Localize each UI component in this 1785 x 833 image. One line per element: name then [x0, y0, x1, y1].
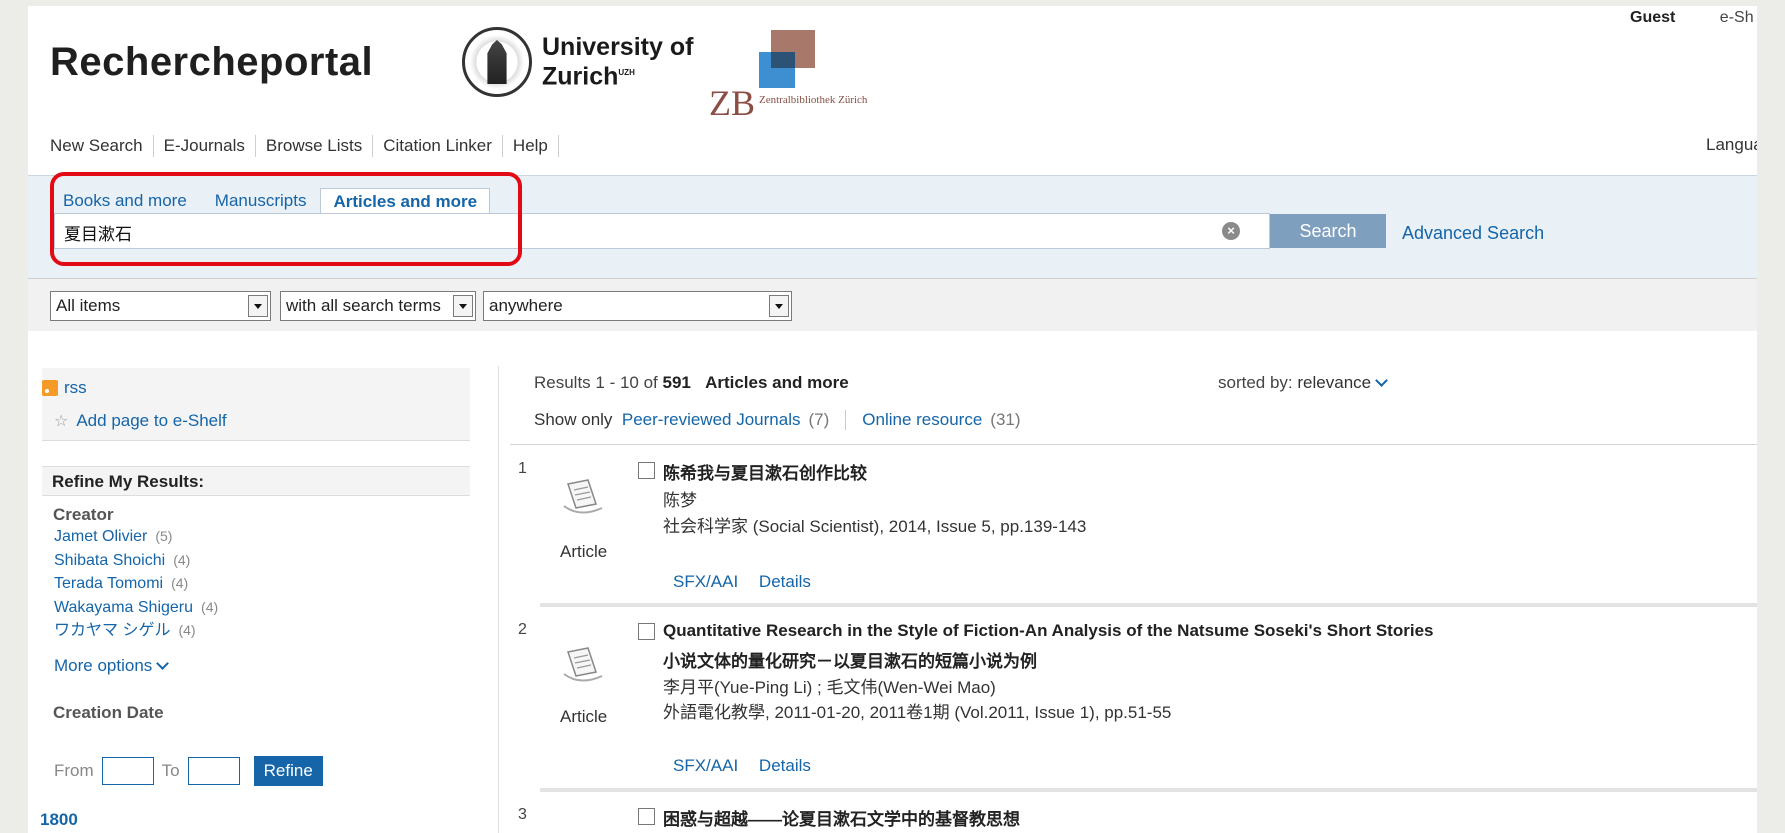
chevron-down-icon	[453, 295, 473, 317]
result-type: Article	[560, 542, 608, 561]
uzh-wordmark: University of ZurichUZH	[542, 33, 694, 91]
zb-mark-icon	[759, 30, 817, 90]
filter-online-resource[interactable]: Online resource	[862, 410, 982, 430]
nav-browse-lists[interactable]: Browse Lists	[256, 135, 374, 157]
creation-date-title: Creation Date	[53, 703, 164, 722]
result-author: 陈梦	[663, 491, 697, 510]
list-item[interactable]: Wakayama Shigeru (4)	[54, 596, 218, 620]
chevron-down-icon	[1375, 374, 1388, 387]
guest-label[interactable]: Guest	[1630, 9, 1675, 26]
eshelf-link[interactable]: e-Sh	[1720, 9, 1754, 26]
result-number: 3	[518, 806, 527, 823]
main-nav: New Search E-Journals Browse Lists Citat…	[50, 135, 559, 157]
list-item[interactable]: Shibata Shoichi (4)	[54, 549, 218, 573]
list-item[interactable]: ワカヤマ シゲル (4)	[54, 619, 218, 643]
result-number: 1	[518, 460, 527, 477]
to-year-input[interactable]	[187, 757, 240, 785]
chevron-down-icon	[769, 295, 789, 317]
creator-facet-title: Creator	[53, 505, 114, 524]
details-link[interactable]: Details	[759, 572, 811, 591]
result-number: 2	[518, 621, 527, 638]
search-tabs: Books and more Manuscripts Articles and …	[63, 188, 491, 215]
chevron-down-icon	[248, 295, 268, 317]
from-year-input[interactable]	[101, 757, 154, 785]
more-options-link[interactable]: More options	[54, 656, 170, 676]
uzh-logo[interactable]: University of ZurichUZH	[462, 27, 693, 97]
result-title[interactable]: 困惑与超越——论夏目漱石文学中的基督教思想	[663, 805, 1020, 830]
year-label: 1800	[40, 810, 78, 829]
result-title[interactable]: 陈希我与夏目漱石创作比较	[663, 459, 867, 484]
sfx-link[interactable]: SFX/AAI	[673, 572, 738, 591]
clear-search-icon[interactable]: ×	[1222, 222, 1240, 240]
column-divider	[498, 366, 499, 833]
result-source: 外語電化教學, 2011-01-20, 2011卷1期 (Vol.2011, I…	[663, 703, 1172, 722]
rss-link[interactable]: rss	[42, 378, 87, 398]
search-button[interactable]: Search	[1270, 214, 1386, 248]
portal-title: Rechercheportal	[50, 40, 374, 84]
refine-heading: Refine My Results:	[42, 466, 470, 496]
select-checkbox[interactable]	[638, 808, 655, 825]
user-bar: Guest e-Sh	[1630, 9, 1754, 27]
result-author: 李月平(Yue-Ping Li) ; 毛文伟(Wen-Wei Mao)	[663, 678, 996, 697]
result-subtitle: 小说文体的量化研究－以夏目漱石的短篇小说为例	[663, 652, 1037, 671]
select-checkbox[interactable]	[638, 462, 655, 479]
sfx-link[interactable]: SFX/AAI	[673, 756, 738, 775]
nav-e-journals[interactable]: E-Journals	[154, 135, 256, 157]
tab-books-and-more[interactable]: Books and more	[63, 188, 201, 215]
sort-control[interactable]: sorted by: relevance	[1218, 373, 1388, 393]
zb-subtitle: Zentralbibliothek Zürich	[759, 94, 868, 106]
nav-help[interactable]: Help	[503, 135, 559, 157]
details-link[interactable]: Details	[759, 756, 811, 775]
star-icon: ☆	[54, 413, 69, 430]
date-range-form: From To Refine	[54, 756, 323, 786]
tab-manuscripts[interactable]: Manuscripts	[201, 188, 321, 215]
filter-peer-reviewed[interactable]: Peer-reviewed Journals	[622, 410, 801, 430]
divider	[540, 603, 1785, 607]
tab-articles-and-more[interactable]: Articles and more	[320, 188, 491, 215]
from-label: From	[54, 761, 94, 780]
show-only-filters: Show only Peer-reviewed Journals (7) Onl…	[534, 410, 1021, 430]
divider	[510, 444, 1785, 445]
list-item[interactable]: Terada Tomomi (4)	[54, 572, 218, 596]
result-title[interactable]: Quantitative Research in the Style of Fi…	[663, 621, 1433, 641]
refine-button[interactable]: Refine	[253, 756, 323, 786]
result-type: Article	[560, 707, 608, 726]
creator-facet-list: Jamet Olivier (5) Shibata Shoichi (4) Tera…	[54, 525, 218, 643]
zb-letters: ZB	[709, 83, 756, 123]
chevron-down-icon	[156, 657, 170, 670]
select-checkbox[interactable]	[638, 623, 655, 640]
article-icon	[563, 647, 603, 682]
result-source: 社会科学家 (Social Scientist), 2014, Issue 5,…	[663, 517, 1087, 536]
page-indicator[interactable]: 1	[1756, 377, 1765, 395]
list-item[interactable]: Jamet Olivier (5)	[54, 525, 218, 549]
to-label: To	[161, 761, 180, 780]
rss-icon	[42, 380, 58, 396]
add-page-to-eshelf[interactable]: ☆ Add page to e-Shelf	[54, 411, 227, 431]
uzh-seal-icon	[462, 27, 532, 97]
language-menu[interactable]: Languag	[1706, 135, 1772, 155]
match-select[interactable]: with all search terms	[280, 291, 476, 321]
nav-citation-linker[interactable]: Citation Linker	[373, 135, 503, 157]
divider	[540, 788, 1785, 792]
article-icon	[563, 479, 603, 514]
advanced-search-link[interactable]: Advanced Search	[1402, 223, 1544, 244]
search-input[interactable]: 夏目漱石	[54, 213, 1270, 249]
results-summary: Results 1 - 10 of 591 Articles and more	[534, 373, 849, 392]
scope-select[interactable]: All items	[50, 291, 271, 321]
field-select[interactable]: anywhere	[483, 291, 792, 321]
nav-new-search[interactable]: New Search	[50, 135, 154, 157]
